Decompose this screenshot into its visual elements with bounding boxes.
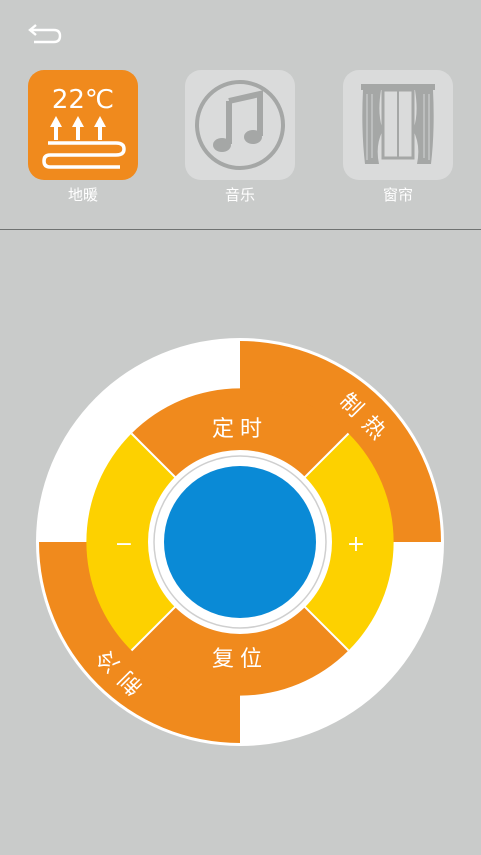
reset-label: 复位 <box>212 647 268 672</box>
minus-label: − <box>115 532 133 557</box>
plus-label: + <box>347 532 365 557</box>
power-center-button[interactable] <box>164 466 316 618</box>
control-wheel: 定时 复位 − + 制热 制冷 <box>36 338 444 746</box>
timer-label: 定时 <box>212 417 268 442</box>
